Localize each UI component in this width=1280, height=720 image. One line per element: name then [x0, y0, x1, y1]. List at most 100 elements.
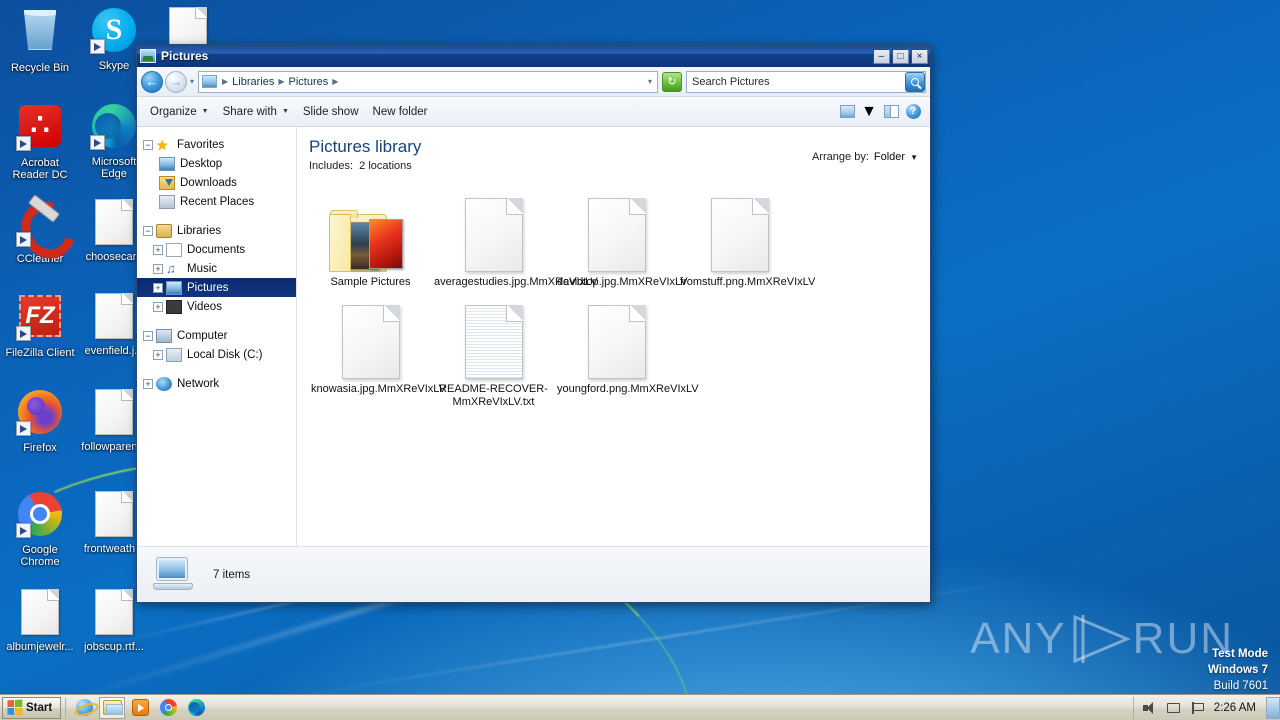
- arrange-by-value[interactable]: Folder: [874, 151, 905, 163]
- recent-pages-button[interactable]: ▾: [190, 77, 194, 86]
- expand-expander[interactable]: +: [153, 263, 163, 274]
- search-icon: [911, 77, 919, 86]
- taskbar-windows-media-player[interactable]: [127, 697, 153, 719]
- microsoft-edge-icon: [187, 699, 205, 716]
- action-center-flag-icon[interactable]: [1190, 701, 1206, 715]
- windows-explorer-window[interactable]: Pictures – □ × ← → ▾ ▶ Libraries ▶ Pictu…: [136, 44, 931, 603]
- file-item-averagestudies[interactable]: averagestudies.jpg.MmXReVIxLV: [432, 186, 598, 293]
- show-desktop-button[interactable]: [1266, 696, 1280, 719]
- chevron-down-icon: ▼: [861, 102, 877, 120]
- back-button[interactable]: ←: [141, 70, 163, 93]
- network-icon[interactable]: [1166, 701, 1182, 715]
- windows-version-text: Windows 7: [1208, 664, 1268, 676]
- desktop-icon-firefox[interactable]: Firefox: [4, 388, 76, 454]
- watermark-any-text: ANY: [970, 614, 1067, 663]
- sidebar-item-recent-places[interactable]: Recent Places: [137, 192, 296, 211]
- change-view-button[interactable]: [836, 102, 858, 122]
- desktop-icon-label: albumjewelr...: [6, 641, 74, 653]
- taskbar-internet-explorer[interactable]: [71, 697, 97, 719]
- desktop[interactable]: Recycle Bin S Skype ∴ Acrobat Reader DC …: [0, 0, 1280, 720]
- sidebar-item-label: Desktop: [180, 157, 223, 170]
- file-item-fromstuff[interactable]: fromstuff.png.MmXReVIxLV: [678, 186, 815, 293]
- chevron-right-icon[interactable]: ▶: [330, 77, 340, 86]
- document-icon: [90, 491, 138, 539]
- desktop-icon-google-chrome[interactable]: Google Chrome: [4, 490, 76, 568]
- collapse-expander[interactable]: −: [143, 139, 153, 150]
- share-with-button[interactable]: Share with ▼: [216, 102, 296, 122]
- desktop-icon-albumjewelry[interactable]: albumjewelr...: [4, 588, 76, 653]
- desktop-icon-label: FileZilla Client: [5, 347, 75, 359]
- sidebar-item-pictures[interactable]: + Pictures: [137, 278, 296, 297]
- arrange-by-control[interactable]: Arrange by: Folder ▼: [812, 137, 918, 163]
- organize-button[interactable]: Organize ▼: [143, 102, 216, 122]
- search-input[interactable]: Search Pictures: [692, 76, 905, 88]
- taskbar-microsoft-edge[interactable]: [183, 697, 209, 719]
- maximize-button[interactable]: □: [892, 48, 909, 64]
- firefox-icon: [16, 390, 64, 438]
- clock[interactable]: 2:26 AM: [1214, 702, 1256, 714]
- file-item-davidtop[interactable]: davidtop.jpg.MmXReVIxLV: [555, 186, 688, 293]
- volume-icon[interactable]: [1142, 701, 1158, 715]
- sidebar-item-label: Documents: [187, 243, 246, 256]
- chevron-right-icon[interactable]: ▶: [276, 77, 286, 86]
- search-box[interactable]: Search Pictures: [686, 70, 926, 93]
- search-button[interactable]: [905, 71, 925, 92]
- sidebar-item-documents[interactable]: + Documents: [137, 240, 296, 259]
- expand-expander[interactable]: +: [153, 349, 163, 360]
- file-item-sample-pictures[interactable]: Sample Pictures: [309, 186, 432, 293]
- expand-expander[interactable]: +: [143, 378, 153, 389]
- desktop-icon-recycle-bin[interactable]: Recycle Bin: [4, 6, 76, 74]
- sidebar-item-downloads[interactable]: Downloads: [137, 173, 296, 192]
- desktop-icon: [159, 156, 175, 171]
- sidebar-item-local-disk-c[interactable]: + Local Disk (C:): [137, 345, 296, 364]
- file-item-readme-recover[interactable]: README-RECOVER-MmXReVIxLV.txt: [432, 293, 555, 413]
- sidebar-item-music[interactable]: + ♫ Music: [137, 259, 296, 278]
- address-history-chevron-icon[interactable]: ▾: [648, 77, 655, 86]
- navigation-pane[interactable]: − ★ Favorites Desktop Downloads Recent P…: [137, 127, 297, 546]
- sidebar-item-computer[interactable]: − Computer: [137, 326, 296, 345]
- collapse-expander[interactable]: −: [143, 330, 153, 341]
- expand-expander[interactable]: +: [153, 301, 163, 312]
- document-icon: [90, 293, 138, 341]
- sidebar-item-network[interactable]: + Network: [137, 374, 296, 393]
- google-chrome-icon: [159, 699, 177, 716]
- taskbar[interactable]: Start 2:26 AM: [0, 694, 1280, 720]
- file-item-youngford[interactable]: youngford.png.MmXReVIxLV: [555, 293, 699, 413]
- chevron-down-icon[interactable]: ▼: [910, 153, 918, 162]
- window-titlebar[interactable]: Pictures – □ ×: [137, 45, 930, 67]
- preview-pane-button[interactable]: [880, 102, 902, 122]
- test-mode-watermark: Test Mode Windows 7 Build 7601: [1208, 646, 1268, 694]
- sidebar-item-desktop[interactable]: Desktop: [137, 154, 296, 173]
- documents-library-icon: [166, 242, 182, 257]
- sidebar-item-videos[interactable]: + Videos: [137, 297, 296, 316]
- desktop-icon-filezilla-client[interactable]: FZ FileZilla Client: [4, 292, 76, 359]
- start-button[interactable]: Start: [2, 696, 62, 719]
- file-list-pane[interactable]: Pictures library Includes: 2 locations A…: [297, 127, 930, 546]
- breadcrumb-libraries[interactable]: Libraries: [230, 76, 276, 88]
- desktop-icon-acrobat-reader-dc[interactable]: ∴ Acrobat Reader DC: [4, 102, 76, 181]
- chevron-right-icon[interactable]: ▶: [220, 77, 230, 86]
- help-button[interactable]: ?: [902, 102, 924, 122]
- minimize-icon: –: [878, 50, 885, 62]
- address-bar[interactable]: ▶ Libraries ▶ Pictures ▶ ▾: [198, 70, 658, 93]
- sidebar-item-favorites[interactable]: − ★ Favorites: [137, 135, 296, 154]
- taskbar-google-chrome[interactable]: [155, 697, 181, 719]
- close-button[interactable]: ×: [911, 48, 928, 64]
- change-view-dropdown[interactable]: ▼: [858, 102, 880, 122]
- desktop-icon-ccleaner[interactable]: CCleaner: [4, 198, 76, 265]
- expand-expander[interactable]: +: [153, 244, 163, 255]
- taskbar-windows-explorer[interactable]: [99, 696, 126, 719]
- sidebar-item-libraries[interactable]: − Libraries: [137, 221, 296, 240]
- slide-show-button[interactable]: Slide show: [296, 102, 366, 122]
- forward-button[interactable]: →: [165, 70, 187, 93]
- file-item-knowasia[interactable]: knowasia.jpg.MmXReVIxLV: [309, 293, 446, 413]
- taskbar-separator: [65, 697, 67, 718]
- expand-expander[interactable]: +: [153, 282, 163, 293]
- sidebar-item-label: Favorites: [177, 138, 225, 151]
- collapse-expander[interactable]: −: [143, 225, 153, 236]
- new-folder-button[interactable]: New folder: [366, 102, 435, 122]
- minimize-button[interactable]: –: [873, 48, 890, 64]
- includes-value[interactable]: 2 locations: [359, 160, 412, 172]
- refresh-button[interactable]: ↻: [662, 71, 682, 92]
- breadcrumb-pictures[interactable]: Pictures: [287, 76, 331, 88]
